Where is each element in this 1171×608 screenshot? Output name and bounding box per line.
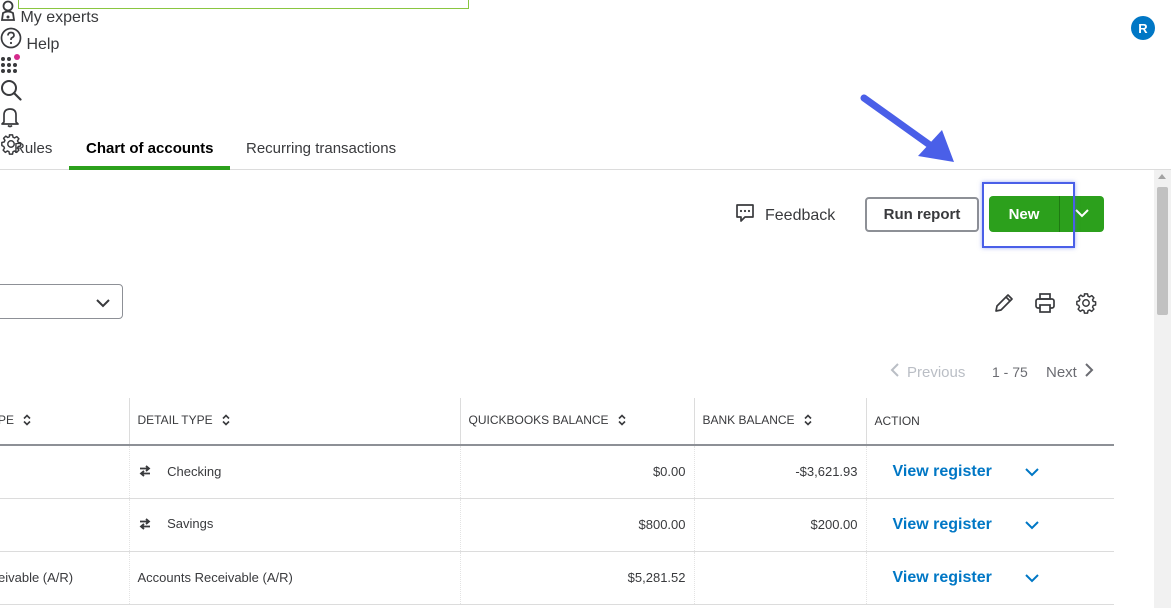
- avatar[interactable]: R: [1131, 16, 1155, 40]
- previous-page-button[interactable]: Previous: [890, 363, 965, 381]
- table-row: eivable (A/R) Accounts Receivable (A/R) …: [0, 551, 1114, 605]
- cell-quickbooks-balance: $5,281.52: [460, 551, 695, 605]
- header-label: PE: [0, 413, 15, 428]
- search-field-edge[interactable]: [18, 0, 469, 9]
- cell-action: View register: [866, 551, 1114, 605]
- cell-detail-type: Savings: [129, 498, 461, 552]
- cell-quickbooks-balance: $0.00: [460, 445, 695, 499]
- avatar-initial: R: [1138, 20, 1148, 36]
- table-row: Savings $800.00 $200.00 View register: [0, 498, 1114, 552]
- chevron-down-icon[interactable]: [1025, 571, 1040, 586]
- column-header-bank-balance[interactable]: BANK BALANCE: [694, 398, 867, 446]
- tab-rules[interactable]: Rules: [14, 140, 52, 157]
- previous-label: Previous: [907, 363, 966, 381]
- feedback-button[interactable]: Feedback: [735, 203, 835, 228]
- detail-type-text: Checking: [167, 463, 222, 479]
- scroll-up-arrow-icon[interactable]: [1158, 174, 1166, 179]
- column-header-type[interactable]: PE: [0, 398, 130, 446]
- chevron-down-icon[interactable]: [1025, 465, 1040, 480]
- cell-action: View register: [866, 445, 1114, 499]
- cell-type: eivable (A/R): [0, 551, 130, 605]
- feedback-label: Feedback: [765, 206, 836, 224]
- active-tab-indicator: [69, 166, 230, 170]
- column-header-action: ACTION: [866, 398, 1114, 446]
- sort-icon: [23, 414, 31, 429]
- printer-icon[interactable]: [1034, 292, 1056, 319]
- edit-pencil-icon[interactable]: [993, 292, 1015, 319]
- cell-detail-type: Accounts Receivable (A/R): [129, 551, 461, 605]
- chevron-down-icon: [96, 295, 110, 313]
- help-icon: [0, 27, 26, 53]
- bell-icon[interactable]: [0, 106, 1171, 133]
- sort-icon: [222, 414, 230, 429]
- help-link[interactable]: Help: [0, 27, 1171, 54]
- sort-icon: [618, 414, 626, 429]
- sort-icon: [804, 414, 812, 429]
- new-button[interactable]: New: [989, 196, 1059, 232]
- run-report-button[interactable]: Run report: [865, 197, 979, 232]
- help-label: Help: [26, 36, 60, 53]
- transfer-arrows-icon: [138, 465, 152, 480]
- tab-chart-of-accounts[interactable]: Chart of accounts: [86, 140, 214, 157]
- cell-bank-balance: $200.00: [694, 498, 867, 552]
- tab-recurring-transactions[interactable]: Recurring transactions: [246, 140, 396, 157]
- filter-dropdown[interactable]: [0, 284, 123, 319]
- tab-bar: Rules Chart of accounts Recurring transa…: [0, 130, 1171, 170]
- table-header-row: PE DETAIL TYPE QUICKBOOKS BALANCE BANK B…: [0, 398, 1114, 446]
- chat-bubble-icon: [735, 203, 755, 228]
- chevron-right-icon: [1085, 363, 1094, 381]
- next-page-button[interactable]: Next: [1046, 363, 1094, 381]
- cell-detail-type: Checking: [129, 445, 461, 499]
- cell-type: [0, 445, 130, 499]
- table-settings-gear-icon[interactable]: [1075, 292, 1097, 319]
- cell-action: View register: [866, 498, 1114, 552]
- cell-bank-balance: [694, 551, 867, 605]
- search-icon[interactable]: [0, 79, 1171, 106]
- vertical-scrollbar[interactable]: [1154, 170, 1171, 608]
- header-label: DETAIL TYPE: [137, 413, 213, 428]
- page-range: 1 - 75: [992, 364, 1028, 380]
- cell-quickbooks-balance: $800.00: [460, 498, 695, 552]
- chevron-down-icon[interactable]: [1025, 518, 1040, 533]
- person-icon: [0, 0, 20, 26]
- column-header-detail-type[interactable]: DETAIL TYPE: [129, 398, 461, 446]
- table-row: Checking $0.00 -$3,621.93 View register: [0, 445, 1114, 499]
- apps-grid-icon[interactable]: [0, 54, 1171, 79]
- next-label: Next: [1046, 363, 1077, 381]
- chevron-left-icon: [890, 363, 899, 381]
- new-dropdown-button[interactable]: [1059, 196, 1104, 232]
- accounts-table: PE DETAIL TYPE QUICKBOOKS BALANCE BANK B…: [0, 398, 1114, 605]
- header-label: BANK BALANCE: [702, 413, 795, 428]
- view-register-link[interactable]: View register: [893, 463, 992, 480]
- cell-bank-balance: -$3,621.93: [694, 445, 867, 499]
- annotation-arrow: [858, 92, 958, 171]
- my-experts-label: My experts: [20, 9, 99, 26]
- header-label: ACTION: [874, 414, 920, 428]
- header-label: QUICKBOOKS BALANCE: [468, 413, 609, 428]
- view-register-link[interactable]: View register: [893, 569, 992, 586]
- cell-type: [0, 498, 130, 552]
- chevron-down-icon: [1075, 205, 1089, 223]
- scrollbar-thumb[interactable]: [1157, 187, 1168, 315]
- column-header-quickbooks-balance[interactable]: QUICKBOOKS BALANCE: [460, 398, 695, 446]
- detail-type-text: Savings: [167, 516, 214, 532]
- view-register-link[interactable]: View register: [893, 516, 992, 533]
- transfer-arrows-icon: [138, 517, 152, 533]
